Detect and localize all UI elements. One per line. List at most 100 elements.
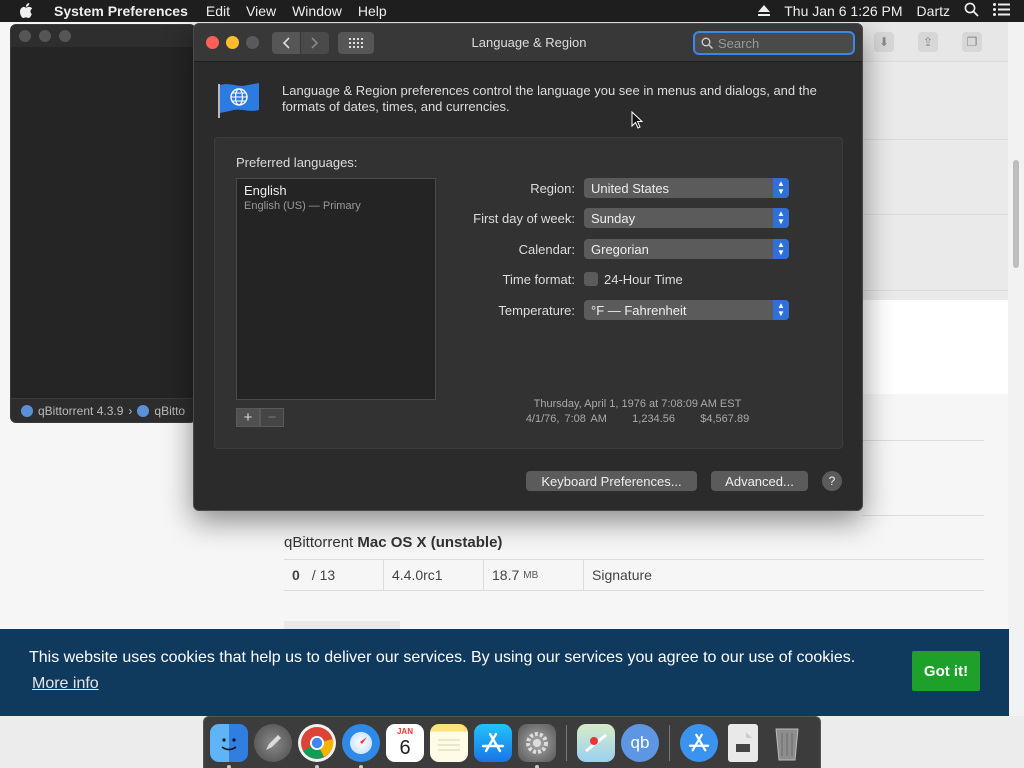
maps-icon[interactable] <box>577 723 615 762</box>
zoom-window-icon <box>246 36 259 49</box>
page-scrollbar[interactable] <box>1008 22 1024 716</box>
qbittorrent-logo-icon <box>137 404 150 417</box>
finder-icon[interactable] <box>210 723 248 768</box>
accept-cookies-button[interactable]: Got it! <box>912 651 980 691</box>
menu-app-name[interactable]: System Preferences <box>52 3 198 19</box>
sample-number-format: 4/1/76, 7:08 AM 1,234.56 $4,567.89 <box>525 413 750 425</box>
table-row: 0 / 13 4.4.0rc1 18.7 MB Signature <box>284 560 984 590</box>
app-store-downloads-icon[interactable] <box>680 723 718 762</box>
window-titlebar: Language & Region <box>194 24 862 62</box>
downloads-total: / 13 <box>311 567 336 583</box>
language-region-window: Language & Region Language & Region pref… <box>193 23 863 511</box>
running-indicator <box>315 764 319 768</box>
menubar-user[interactable]: Dartz <box>917 3 950 19</box>
menu-view[interactable]: View <box>238 3 284 19</box>
dock-separator <box>669 724 670 761</box>
launchpad-icon[interactable] <box>254 723 292 762</box>
add-language-button[interactable]: + <box>236 408 260 427</box>
calendar-label: Calendar: <box>518 241 575 257</box>
qbittorrent-titlebar <box>11 25 195 47</box>
status-item: qBittorrent 4.3.9 <box>38 403 124 418</box>
close-window-icon[interactable] <box>206 36 219 49</box>
temperature-select[interactable]: °F — Fahrenheit ▲ ▼ <box>584 300 789 320</box>
dock: JAN 6 qb <box>203 716 821 768</box>
notes-icon[interactable] <box>430 723 468 762</box>
mouse-cursor-icon <box>631 111 643 129</box>
region-label: Region: <box>530 180 575 196</box>
minimize-window-icon[interactable] <box>226 36 239 49</box>
language-item-name[interactable]: English <box>244 183 287 198</box>
search-input[interactable] <box>718 35 848 51</box>
first-day-label: First day of week: <box>473 210 575 226</box>
eject-icon[interactable] <box>758 3 771 19</box>
calendar-select[interactable]: Gregorian ▲ ▼ <box>584 239 789 259</box>
zoom-icon[interactable] <box>59 30 71 42</box>
notification-center-icon[interactable] <box>993 3 1010 19</box>
download-icon[interactable]: ⬇ <box>874 32 894 52</box>
divider <box>284 590 984 591</box>
minimize-icon[interactable] <box>39 30 51 42</box>
search-icon <box>701 37 713 49</box>
safari-icon[interactable] <box>342 723 380 768</box>
advanced-button[interactable]: Advanced... <box>711 471 808 491</box>
search-field[interactable] <box>693 31 855 55</box>
trash-icon[interactable] <box>768 724 806 762</box>
qbittorrent-logo-icon <box>21 404 33 417</box>
qbittorrent-dock-label: qb <box>630 732 650 752</box>
forward-button[interactable] <box>301 32 329 54</box>
apple-menu-icon[interactable] <box>0 3 52 19</box>
chrome-icon[interactable] <box>298 723 336 768</box>
24-hour-time-checkbox[interactable] <box>584 272 598 286</box>
language-item-detail: English (US) — Primary <box>244 200 361 212</box>
downloads-cell: 0 / 13 <box>284 560 384 590</box>
first-day-value: Sunday <box>591 210 636 226</box>
calendar-icon[interactable]: JAN 6 <box>386 723 424 762</box>
qbittorrent-dock-icon[interactable]: qb <box>621 723 659 762</box>
version-cell: 4.4.0rc1 <box>384 560 484 590</box>
calendar-row: Calendar: Gregorian ▲ ▼ <box>447 239 789 259</box>
24-hour-time-label[interactable]: 24-Hour Time <box>604 272 683 287</box>
menu-edit[interactable]: Edit <box>198 3 238 19</box>
back-button[interactable] <box>272 32 300 54</box>
divider <box>862 290 1008 291</box>
divider <box>862 440 984 441</box>
share-icon[interactable]: ⇪ <box>918 32 938 52</box>
running-indicator <box>227 764 231 768</box>
temperature-label: Temperature: <box>498 302 575 318</box>
preferred-languages-list[interactable]: English English (US) — Primary <box>236 178 436 400</box>
close-icon[interactable] <box>19 30 31 42</box>
signature-link[interactable]: Signature <box>584 560 784 590</box>
page-scrollbar-thumb[interactable] <box>1013 160 1019 268</box>
help-button[interactable]: ? <box>822 471 842 491</box>
menu-help[interactable]: Help <box>350 3 395 19</box>
more-info-link[interactable]: More info <box>32 675 99 693</box>
system-preferences-icon[interactable] <box>518 723 556 768</box>
temperature-row: Temperature: °F — Fahrenheit ▲ ▼ <box>447 300 789 320</box>
running-indicator <box>535 764 539 768</box>
menu-window[interactable]: Window <box>284 3 350 19</box>
language-region-flag-icon <box>218 83 259 118</box>
divider <box>862 214 1008 215</box>
downloads-count: 0 <box>292 567 300 583</box>
updown-arrows-icon: ▲ ▼ <box>773 239 789 259</box>
browser-toolbar: ⬇ ⇪ ❐ <box>862 22 1008 62</box>
first-day-select[interactable]: Sunday ▲ ▼ <box>584 208 789 228</box>
calendar-day: 6 <box>399 736 411 759</box>
first-day-row: First day of week: Sunday ▲ ▼ <box>447 208 789 228</box>
cookie-banner: This website uses cookies that help us t… <box>0 629 1009 716</box>
spotlight-search-icon[interactable] <box>964 2 979 20</box>
keyboard-preferences-button[interactable]: Keyboard Preferences... <box>526 471 697 491</box>
updown-arrows-icon: ▲ ▼ <box>773 208 789 228</box>
download-section-title: qBittorrent Mac OS X (unstable) <box>284 534 502 551</box>
app-store-icon[interactable] <box>474 723 512 762</box>
qbittorrent-window[interactable]: qBittorrent 4.3.9 › qBitto <box>10 24 196 423</box>
menubar-clock[interactable]: Thu Jan 6 1:26 PM <box>784 3 902 19</box>
tabs-icon[interactable]: ❐ <box>962 32 982 52</box>
show-all-button[interactable] <box>338 32 374 54</box>
divider <box>862 515 984 516</box>
remove-language-button[interactable]: − <box>260 408 284 427</box>
document-stack-icon[interactable] <box>728 723 758 762</box>
calendar-month: JAN <box>396 726 413 736</box>
menu-bar: System Preferences Edit View Window Help… <box>0 0 1024 22</box>
region-select[interactable]: United States ▲ ▼ <box>584 178 789 198</box>
